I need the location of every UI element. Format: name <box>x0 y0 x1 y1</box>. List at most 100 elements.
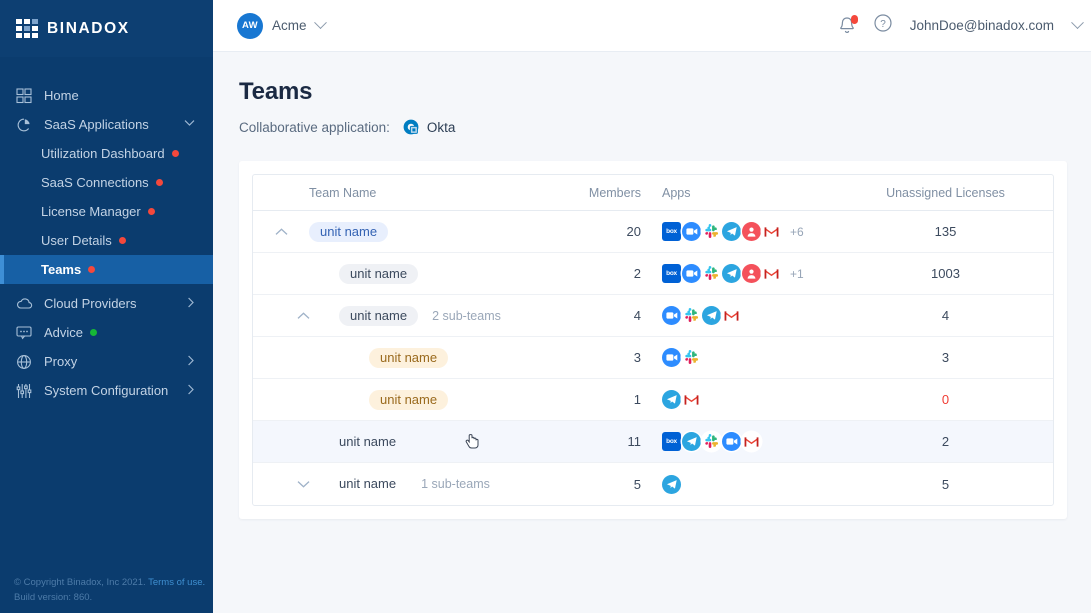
row-expand-toggle[interactable] <box>253 226 309 238</box>
status-dot-red <box>171 150 179 157</box>
chevron-down-icon[interactable] <box>184 119 195 130</box>
gmail-app-icon <box>762 264 781 283</box>
row-expand-toggle[interactable] <box>253 478 309 490</box>
table-row[interactable]: unit name 3 3 <box>253 337 1053 379</box>
okta-icon <box>402 118 420 136</box>
sidebar-item-saas-applications[interactable]: SaaS Applications <box>0 110 213 139</box>
user-menu-chevron-down-icon[interactable] <box>1071 16 1084 30</box>
sidebar-item-utilization-dashboard[interactable]: Utilization Dashboard <box>0 139 213 168</box>
column-header-members: Members <box>588 185 641 200</box>
team-name-chip[interactable]: unit name <box>339 263 419 284</box>
bell-icon[interactable] <box>838 14 858 36</box>
team-name-chip[interactable]: unit name <box>369 389 449 410</box>
sidebar-item-teams[interactable]: Teams <box>0 255 213 284</box>
table-row[interactable]: unit name 1 0 <box>253 379 1053 421</box>
members-count: 1 <box>633 392 641 407</box>
sidebar-item-system-configuration[interactable]: System Configuration <box>0 376 213 405</box>
binadox-logo-icon <box>16 18 38 39</box>
chevron-up-icon[interactable] <box>297 310 310 322</box>
teams-card: Team Name Members Apps Unassigned Licens… <box>239 161 1067 519</box>
unassigned-licenses-value: 2 <box>941 434 950 449</box>
sliders-icon <box>14 382 34 400</box>
chevron-down-icon[interactable] <box>313 16 327 30</box>
table-row[interactable]: unit name 2 box +1 1003 <box>253 253 1053 295</box>
chevron-right-icon[interactable] <box>187 355 195 369</box>
members-count: 5 <box>633 476 641 492</box>
sidebar-item-proxy[interactable]: Proxy <box>0 347 213 376</box>
collaborative-application-name: Okta <box>426 119 456 135</box>
telegram-app-icon <box>682 432 701 451</box>
sidebar-item-label: License Manager <box>41 204 141 219</box>
main-area: AW Acme ? JohnDoe@binadox.com Teams Coll… <box>213 0 1091 613</box>
slack-app-icon <box>682 306 701 325</box>
pie-chart-icon <box>14 116 34 134</box>
team-name-cell: unit name 2 sub-teams <box>309 305 561 326</box>
sidebar-item-label: Home <box>44 88 79 103</box>
chevron-up-icon[interactable] <box>275 226 288 238</box>
slack-app-icon <box>702 432 721 451</box>
notification-badge <box>850 14 858 24</box>
box-app-icon: box <box>662 432 681 451</box>
sidebar-item-label: System Configuration <box>44 383 169 398</box>
page-content: Teams Collaborative application: Okta Te… <box>213 52 1091 519</box>
team-name-cell: unit name 1 sub-teams <box>309 474 561 494</box>
team-name-chip[interactable]: unit name <box>369 347 449 368</box>
sidebar-item-saas-connections[interactable]: SaaS Connections <box>0 168 213 197</box>
sidebar-item-license-manager[interactable]: License Manager <box>0 197 213 226</box>
telegram-app-icon <box>722 264 741 283</box>
sidebar: BINADOX Home SaaS Applications Utilization… <box>0 0 213 613</box>
zoom-app-icon <box>682 264 701 283</box>
unassigned-licenses-value: 4 <box>941 308 950 323</box>
team-name-chip[interactable]: unit name <box>309 221 389 242</box>
status-dot-red <box>147 208 155 215</box>
sidebar-item-user-details[interactable]: User Details <box>0 226 213 255</box>
chevron-right-icon[interactable] <box>187 384 195 398</box>
team-name-chip[interactable]: unit name <box>339 432 407 452</box>
status-dot-red <box>88 266 96 273</box>
table-row[interactable]: unit name 11 box 2 <box>253 421 1053 463</box>
apps-overflow-count[interactable]: +1 <box>790 267 804 281</box>
zoom-app-icon <box>722 432 741 451</box>
sidebar-item-cloud-providers[interactable]: Cloud Providers <box>0 289 213 318</box>
box-app-icon: box <box>662 222 681 241</box>
help-icon[interactable]: ? <box>873 13 893 38</box>
user-email[interactable]: JohnDoe@binadox.com <box>910 18 1054 33</box>
apps-cell <box>653 306 838 325</box>
unassigned-licenses-value: 3 <box>941 350 950 365</box>
table-header-row: Team Name Members Apps Unassigned Licens… <box>253 175 1053 211</box>
globe-icon <box>14 353 34 371</box>
apps-cell <box>653 390 838 409</box>
gmail-app-icon <box>682 390 701 409</box>
app-icon-list: box +6 <box>662 222 804 241</box>
chevron-right-icon[interactable] <box>187 297 195 311</box>
app-icon-list <box>662 390 702 409</box>
apps-cell <box>653 474 838 494</box>
slack-app-icon <box>682 348 701 367</box>
sidebar-item-advice[interactable]: Advice <box>0 318 213 347</box>
zoom-app-icon <box>662 348 681 367</box>
sidebar-item-label: Teams <box>41 262 82 277</box>
chevron-down-icon[interactable] <box>297 478 310 490</box>
avatar[interactable]: AW <box>237 12 263 39</box>
apps-cell: box +1 <box>653 264 838 283</box>
members-count: 11 <box>627 434 642 449</box>
app-icon-list <box>662 474 682 494</box>
sidebar-item-label: Proxy <box>44 354 78 369</box>
logo[interactable]: BINADOX <box>0 0 213 57</box>
org-name[interactable]: Acme <box>272 18 307 33</box>
column-header-unassigned-licenses: Unassigned Licenses <box>886 185 1005 200</box>
table-row[interactable]: unit name 20 box +6 135 <box>253 211 1053 253</box>
status-dot-red <box>118 237 126 244</box>
team-name-chip[interactable]: unit name <box>339 305 419 326</box>
table-body: unit name 20 box +6 135 unit name 2 box +1 1003 un… <box>253 211 1053 505</box>
page-title: Teams <box>239 78 313 105</box>
team-name-chip[interactable]: unit name <box>339 474 407 494</box>
row-expand-toggle[interactable] <box>253 310 309 322</box>
sidebar-item-home[interactable]: Home <box>0 81 213 110</box>
table-row[interactable]: unit name 1 sub-teams 5 5 <box>253 463 1053 505</box>
apps-overflow-count[interactable]: +6 <box>790 225 804 239</box>
terms-of-use-link[interactable]: Terms of use. <box>148 577 205 588</box>
members-count: 20 <box>626 224 641 239</box>
table-row[interactable]: unit name 2 sub-teams 4 4 <box>253 295 1053 337</box>
sidebar-footer: © Copyright Binadox, Inc 2021. Terms of … <box>14 575 205 605</box>
